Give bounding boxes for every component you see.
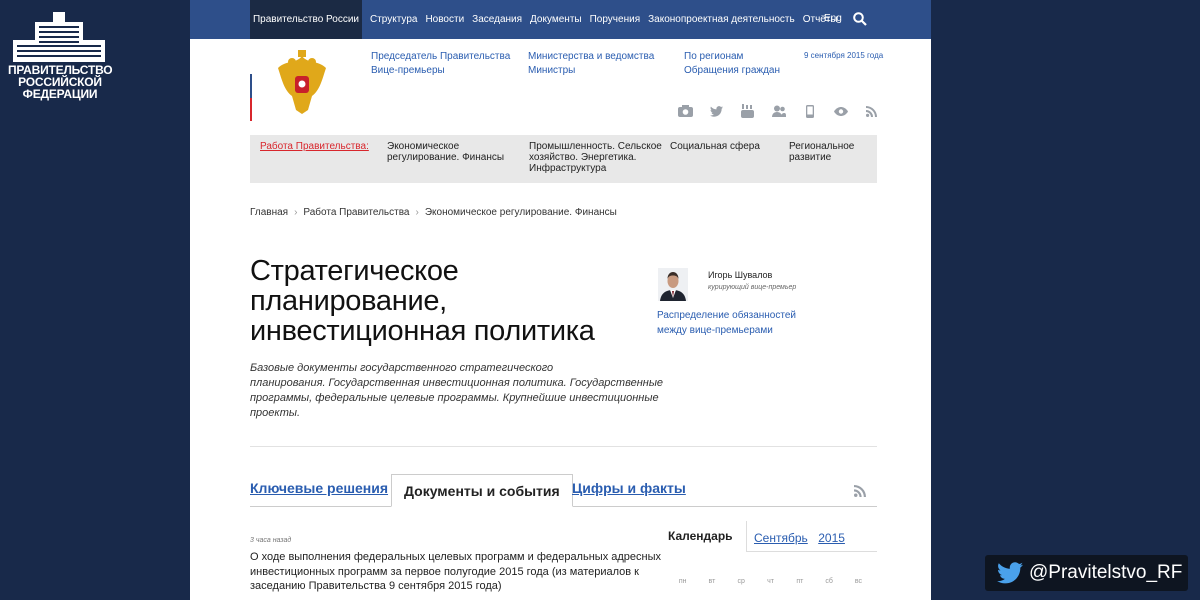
work-category-line: Инфраструктура xyxy=(529,163,607,174)
duties-link-line: Распределение обязанностей xyxy=(657,310,796,321)
weekday-label: чт xyxy=(767,578,774,585)
nav-link[interactable]: Поручения xyxy=(590,14,641,25)
twitter-bird-icon xyxy=(997,562,1023,584)
tab-key-decisions[interactable]: Ключевые решения xyxy=(250,480,388,496)
nav-home[interactable]: Правительство России xyxy=(250,0,362,39)
weekday-label: пт xyxy=(796,578,804,585)
content-tabs: Ключевые решения Документы и события Циф… xyxy=(250,474,877,507)
curator-role: курирующий вице-премьер xyxy=(708,284,797,291)
work-category-line: регулирование. Финансы xyxy=(387,152,505,163)
rss-icon[interactable] xyxy=(854,485,866,497)
work-category-line: Социальная сфера xyxy=(670,141,760,152)
page-title-line: инвестиционная политика xyxy=(250,315,595,347)
header-links-col3: По регионам Обращения граждан xyxy=(684,50,780,78)
calendar-month[interactable]: Сентябрь xyxy=(754,531,808,545)
brand-logo[interactable]: ПРАВИТЕЛЬСТВО РОССИЙСКОЙ ФЕДЕРАЦИИ xyxy=(0,0,190,600)
work-category-line: хозяйство. Энергетика. xyxy=(529,152,637,163)
tab-facts-figures[interactable]: Цифры и факты xyxy=(572,480,686,496)
government-work-bar: Работа Правительства: Экономическое регу… xyxy=(250,135,877,183)
calendar-month-selector: Сентябрь 2015 xyxy=(746,521,877,552)
weekday-label: вт xyxy=(708,578,716,585)
curator-photo[interactable] xyxy=(658,268,688,301)
breadcrumb-item[interactable]: Экономическое регулирование. Финансы xyxy=(425,207,617,218)
header-link[interactable]: По регионам xyxy=(684,50,780,64)
government-building-icon xyxy=(13,12,105,62)
youtube-icon[interactable] xyxy=(732,103,763,119)
work-bar-label[interactable]: Работа Правительства: xyxy=(260,141,369,152)
work-category-social[interactable]: Социальная сфера xyxy=(670,141,760,152)
page-title: Стратегическое планирование, инвестицион… xyxy=(250,256,595,346)
weekday-label: сб xyxy=(825,578,833,585)
weekday-label: пн xyxy=(678,578,687,585)
page-title-line: Стратегическое xyxy=(250,255,459,287)
top-navigation: Правительство России Структура Новости З… xyxy=(190,0,931,39)
weekday-label: вс xyxy=(854,578,862,585)
chevron-right-icon: › xyxy=(294,207,298,218)
brand-title: ПРАВИТЕЛЬСТВО РОССИЙСКОЙ ФЕДЕРАЦИИ xyxy=(8,64,113,101)
work-category-regional[interactable]: Региональное развитие xyxy=(789,141,854,163)
work-category-line: Региональное xyxy=(789,141,855,152)
social-links xyxy=(670,103,887,119)
flag-stripe xyxy=(250,51,252,121)
site-header: Председатель Правительства Вице-премьеры… xyxy=(190,39,931,135)
breadcrumb-item[interactable]: Работа Правительства xyxy=(303,207,409,218)
nav-link[interactable]: Новости xyxy=(425,14,464,25)
people-icon[interactable] xyxy=(763,103,794,119)
rss-icon[interactable] xyxy=(856,103,887,119)
twitter-handle: @Pravitelstvo_RF xyxy=(1029,562,1183,583)
search-icon[interactable] xyxy=(853,12,867,26)
tab-documents-events[interactable]: Документы и события xyxy=(391,474,573,507)
nav-link[interactable]: Структура xyxy=(370,14,417,25)
weekday-label: ср xyxy=(737,578,745,585)
chevron-right-icon: › xyxy=(415,207,419,218)
mobile-icon[interactable] xyxy=(794,103,825,119)
work-category-industry[interactable]: Промышленность. Сельское хозяйство. Энер… xyxy=(529,141,662,174)
page-lead-line: проекты. xyxy=(250,407,301,419)
work-category-line: Промышленность. Сельское xyxy=(529,141,662,152)
current-date: 9 сентября 2015 года xyxy=(804,51,884,60)
news-item-link[interactable]: О ходе выполнения федеральных целевых пр… xyxy=(250,550,661,594)
calendar-title: Календарь xyxy=(668,529,733,543)
page-lead-line: программы, федеральные целевые программы… xyxy=(250,392,659,404)
twitter-badge[interactable]: @Pravitelstvo_RF xyxy=(985,555,1188,591)
work-category-line: Экономическое xyxy=(387,141,460,152)
divider xyxy=(250,446,877,447)
twitter-icon[interactable] xyxy=(701,103,732,119)
nav-link[interactable]: Документы xyxy=(530,14,582,25)
page-lead: Базовые документы государственного страт… xyxy=(250,361,664,421)
calendar-weekdays: пн вт ср чт пт сб вс xyxy=(668,578,873,585)
breadcrumb-item[interactable]: Главная xyxy=(250,207,288,218)
nav-links: Структура Новости Заседания Документы По… xyxy=(370,0,846,39)
header-link[interactable]: Вице-премьеры xyxy=(371,64,510,78)
language-switch[interactable]: Eng xyxy=(824,13,842,24)
nav-link[interactable]: Законопроектная деятельность xyxy=(648,14,795,25)
calendar-year[interactable]: 2015 xyxy=(818,531,845,545)
duties-distribution-link[interactable]: Распределение обязанностей между вице-пр… xyxy=(657,308,796,338)
page-lead-line: Базовые документы государственного страт… xyxy=(250,362,554,374)
brand-line: ФЕДЕРАЦИИ xyxy=(22,87,98,101)
eye-icon[interactable] xyxy=(825,103,856,119)
header-link[interactable]: Министерства и ведомства xyxy=(528,50,654,64)
breadcrumb: Главная › Работа Правительства › Экономи… xyxy=(250,207,617,218)
camera-icon[interactable] xyxy=(670,103,701,119)
header-links-col2: Министерства и ведомства Министры xyxy=(528,50,654,78)
header-links-col1: Председатель Правительства Вице-премьеры xyxy=(371,50,510,78)
nav-link[interactable]: Заседания xyxy=(472,14,522,25)
page-title-line: планирование, xyxy=(250,285,447,317)
curator-name[interactable]: Игорь Шувалов xyxy=(708,270,772,280)
coat-of-arms-icon[interactable] xyxy=(274,50,330,118)
header-link[interactable]: Председатель Правительства xyxy=(371,50,510,64)
header-link[interactable]: Обращения граждан xyxy=(684,64,780,78)
news-time: 3 часа назад xyxy=(250,537,292,544)
news-line: инвестиционных программ за первое полуго… xyxy=(250,565,639,578)
news-line: заседанию Правительства 9 сентября 2015 … xyxy=(250,580,502,592)
work-category-economy[interactable]: Экономическое регулирование. Финансы xyxy=(387,141,504,163)
news-line: О ходе выполнения федеральных целевых пр… xyxy=(250,551,661,563)
page-lead-line: планирования. Государственная инвестицио… xyxy=(250,377,664,389)
work-category-line: развитие xyxy=(789,152,832,163)
page: Правительство России Структура Новости З… xyxy=(190,0,931,600)
duties-link-line: между вице-премьерами xyxy=(657,325,773,336)
header-link[interactable]: Министры xyxy=(528,64,654,78)
